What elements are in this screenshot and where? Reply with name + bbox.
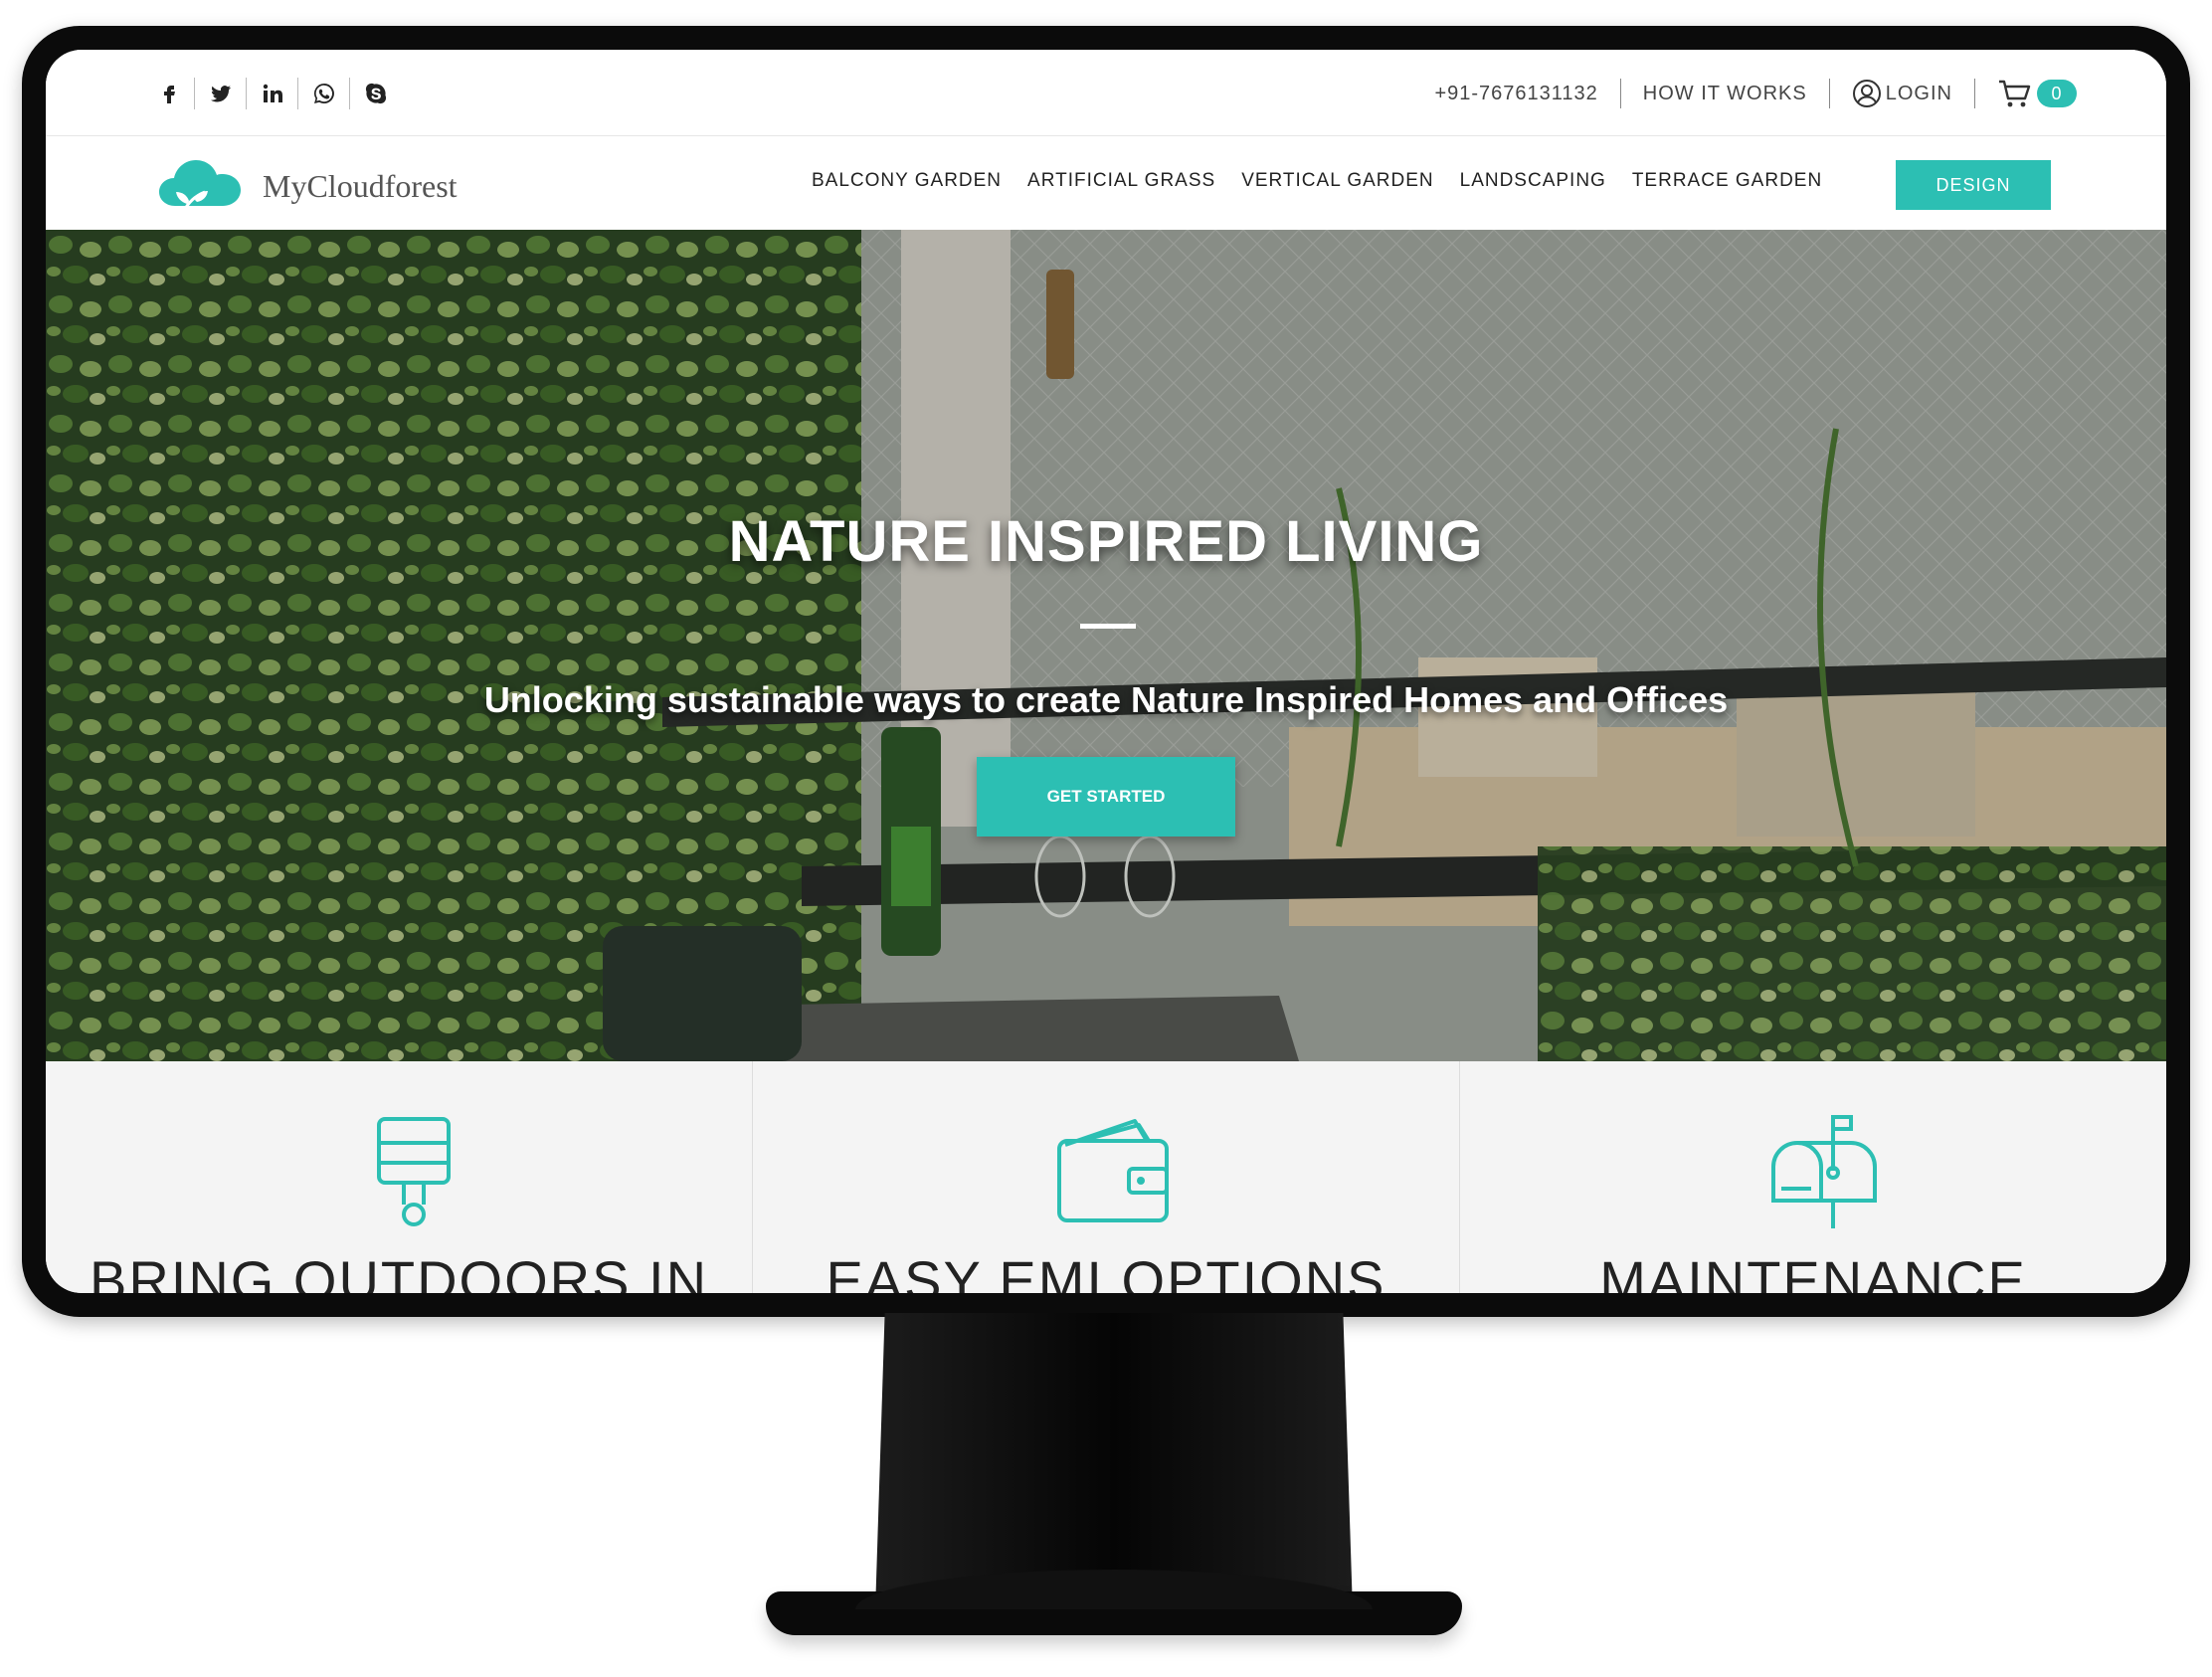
user-icon: [1852, 80, 1881, 107]
nav-item-terrace-garden[interactable]: TERRACE GARDEN: [1632, 170, 1822, 192]
features-section: BRING OUTDOORS IN EASY EMI OPTIONS MAINT…: [46, 1061, 2166, 1293]
hero-overlay: [46, 230, 2166, 1061]
paint-brush-icon: [377, 1117, 451, 1226]
skype-icon[interactable]: [350, 78, 402, 109]
whatsapp-icon[interactable]: [298, 78, 350, 109]
nav-item-vertical-garden[interactable]: VERTICAL GARDEN: [1241, 170, 1433, 192]
hero-section: NATURE INSPIRED LIVING Unlocking sustain…: [46, 230, 2166, 1061]
design-button[interactable]: DESIGN: [1896, 160, 2051, 210]
browser-screen: +91-7676131132 HOW IT WORKS LOGIN 0 MyCl…: [46, 50, 2166, 1293]
monitor-base: [766, 1570, 1462, 1635]
monitor-stand: [875, 1313, 1353, 1611]
feature-title: EASY EMI OPTIONS: [826, 1249, 1386, 1293]
monitor-frame: +91-7676131132 HOW IT WORKS LOGIN 0 MyCl…: [22, 26, 2190, 1317]
nav-item-landscaping[interactable]: LANDSCAPING: [1460, 170, 1606, 192]
feature-title: BRING OUTDOORS IN: [89, 1249, 709, 1293]
nav-item-artificial-grass[interactable]: ARTIFICIAL GRASS: [1027, 170, 1215, 192]
brand-logo[interactable]: MyCloudforest: [153, 150, 458, 218]
facebook-icon[interactable]: [143, 78, 195, 109]
linkedin-icon[interactable]: [247, 78, 298, 109]
top-right-links: +91-7676131132 HOW IT WORKS LOGIN 0: [1434, 74, 2077, 113]
get-started-button[interactable]: GET STARTED: [977, 757, 1235, 837]
divider: [1828, 79, 1830, 108]
twitter-icon[interactable]: [195, 78, 247, 109]
social-links: [143, 78, 402, 109]
main-navbar: MyCloudforest BALCONY GARDEN ARTIFICIAL …: [46, 136, 2166, 230]
hero-divider: [1080, 624, 1136, 629]
wallet-icon: [1057, 1119, 1169, 1222]
divider: [1619, 79, 1621, 108]
hero-subtitle: Unlocking sustainable ways to create Nat…: [483, 679, 1729, 720]
feature-title: MAINTENANCE: [1599, 1249, 2027, 1293]
login-label: LOGIN: [1885, 82, 1952, 104]
hero-title: NATURE INSPIRED LIVING: [728, 509, 1484, 574]
nav-menu: BALCONY GARDEN ARTIFICIAL GRASS VERTICAL…: [812, 170, 1822, 192]
how-it-works-link[interactable]: HOW IT WORKS: [1643, 83, 1807, 105]
cart-count-badge: 0: [2037, 80, 2077, 107]
top-bar: +91-7676131132 HOW IT WORKS LOGIN 0: [46, 50, 2166, 136]
feature-card[interactable]: BRING OUTDOORS IN: [46, 1061, 753, 1293]
cart-button[interactable]: 0: [1997, 78, 2077, 109]
mailbox-icon: [1771, 1115, 1877, 1228]
login-link[interactable]: LOGIN: [1852, 79, 1952, 108]
phone-number[interactable]: +91-7676131132: [1434, 83, 1597, 105]
feature-card[interactable]: MAINTENANCE: [1460, 1061, 2166, 1293]
cloud-leaf-icon: [159, 160, 241, 213]
cart-icon: [1999, 80, 2031, 107]
brand-name: MyCloudforest: [263, 167, 458, 204]
divider: [1974, 79, 1975, 108]
feature-card[interactable]: EASY EMI OPTIONS: [753, 1061, 1460, 1293]
nav-item-balcony-garden[interactable]: BALCONY GARDEN: [812, 170, 1002, 192]
